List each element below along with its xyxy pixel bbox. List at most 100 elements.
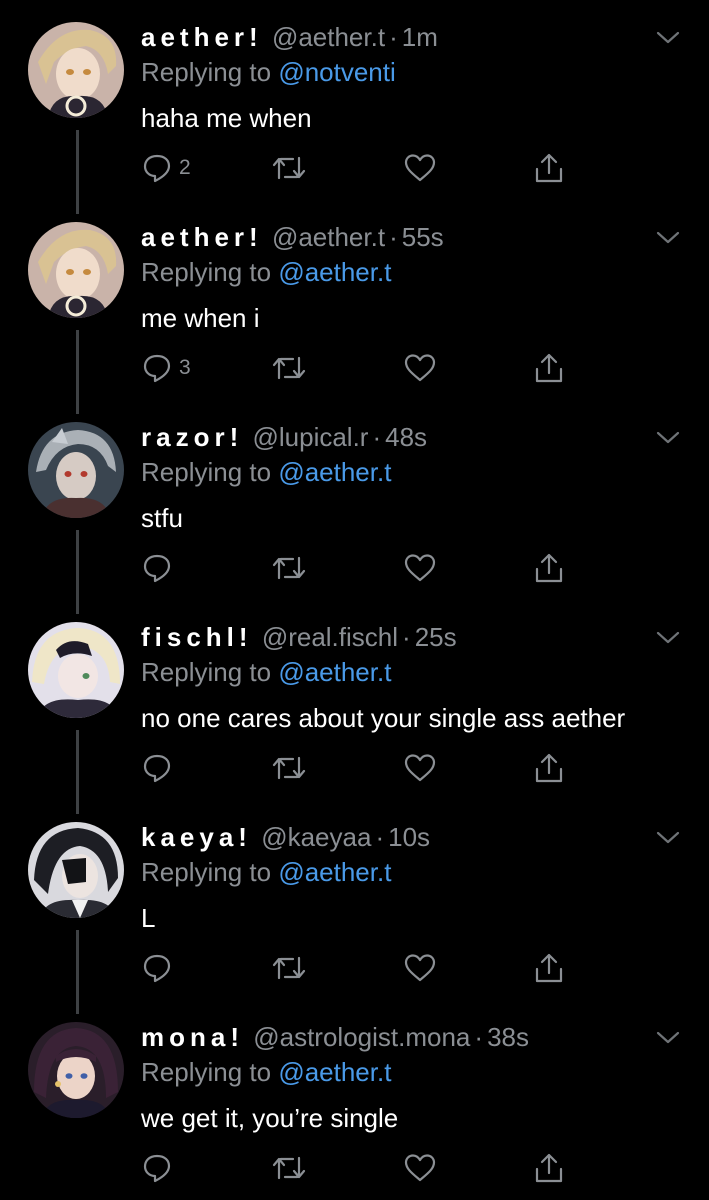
chevron-down-icon[interactable] (655, 30, 681, 46)
like-button[interactable] (403, 748, 437, 788)
reply-icon (143, 1154, 171, 1183)
share-icon (535, 553, 563, 583)
tweet-actions (141, 948, 601, 988)
separator-dot: · (402, 622, 411, 652)
share-button[interactable] (533, 548, 565, 588)
avatar[interactable] (28, 822, 124, 918)
reply-button[interactable] (141, 748, 179, 788)
avatar[interactable] (28, 1022, 124, 1118)
tweet-actions (141, 548, 601, 588)
replying-to: Replying to @aether.t (141, 255, 391, 289)
like-button[interactable] (403, 348, 437, 388)
avatar[interactable] (28, 422, 124, 518)
share-button[interactable] (533, 348, 565, 388)
heart-icon (404, 154, 436, 182)
chevron-down-icon[interactable] (655, 1030, 681, 1046)
display-name[interactable]: mona! (141, 1022, 244, 1052)
share-icon (535, 953, 563, 983)
like-button[interactable] (403, 148, 437, 188)
tweet[interactable]: razor! @lupical.r · 48s Replying to @aethe… (0, 400, 709, 600)
display-name[interactable]: aether! (141, 222, 263, 252)
reply-count: 2 (179, 156, 191, 179)
replying-to-label: Replying to (141, 857, 272, 887)
like-button[interactable] (403, 948, 437, 988)
heart-icon (404, 954, 436, 982)
retweet-button[interactable] (271, 748, 307, 788)
avatar[interactable] (28, 22, 124, 118)
mention-link[interactable]: @aether.t (278, 857, 391, 887)
replying-to-label: Replying to (141, 257, 272, 287)
retweet-button[interactable] (271, 1148, 307, 1188)
retweet-button[interactable] (271, 348, 307, 388)
separator-dot: · (389, 22, 398, 52)
separator-dot: · (389, 222, 398, 252)
handle[interactable]: @real.fischl (262, 622, 398, 652)
share-button[interactable] (533, 948, 565, 988)
chevron-down-icon[interactable] (655, 630, 681, 646)
retweet-button[interactable] (271, 948, 307, 988)
separator-dot: · (474, 1022, 484, 1052)
mention-link[interactable]: @notventi (278, 57, 395, 87)
retweet-icon (272, 1156, 306, 1180)
replying-to: Replying to @aether.t (141, 655, 391, 689)
tweet-text: we get it, you’re single (141, 1103, 399, 1133)
tweet-header: aether! @aether.t · 55s (141, 220, 444, 254)
handle[interactable]: @astrologist.mona (253, 1022, 470, 1052)
chevron-down-icon[interactable] (655, 830, 681, 846)
share-button[interactable] (533, 148, 565, 188)
retweet-button[interactable] (271, 548, 307, 588)
chevron-down-icon[interactable] (655, 230, 681, 246)
timestamp[interactable]: 25s (415, 622, 457, 652)
timestamp[interactable]: 1m (402, 22, 438, 52)
reply-icon (143, 354, 171, 383)
reply-button[interactable] (141, 1148, 179, 1188)
reply-button[interactable] (141, 548, 179, 588)
tweet-actions (141, 748, 601, 788)
handle[interactable]: @aether.t (272, 222, 385, 252)
timestamp[interactable]: 10s (388, 822, 430, 852)
mention-link[interactable]: @aether.t (278, 257, 391, 287)
heart-icon (404, 354, 436, 382)
retweet-icon (272, 956, 306, 980)
avatar[interactable] (28, 622, 124, 718)
avatar[interactable] (28, 222, 124, 318)
handle[interactable]: @lupical.r (252, 422, 368, 452)
reply-icon (143, 954, 171, 983)
display-name[interactable]: aether! (141, 22, 263, 52)
handle[interactable]: @aether.t (272, 22, 385, 52)
tweet[interactable]: aether! @aether.t · 1m Replying to @notven… (0, 0, 709, 200)
mention-link[interactable]: @aether.t (278, 657, 391, 687)
heart-icon (404, 554, 436, 582)
timestamp[interactable]: 38s (487, 1022, 529, 1052)
replying-to-label: Replying to (141, 1057, 272, 1087)
tweet-text: L (141, 903, 156, 933)
display-name[interactable]: razor! (141, 422, 243, 452)
mention-link[interactable]: @aether.t (278, 1057, 391, 1087)
reply-button[interactable] (141, 948, 179, 988)
like-button[interactable] (403, 548, 437, 588)
replying-to-label: Replying to (141, 657, 272, 687)
share-icon (535, 1153, 563, 1183)
timestamp[interactable]: 55s (402, 222, 444, 252)
reply-button[interactable]: 2 (141, 148, 191, 188)
tweet[interactable]: mona! @astrologist.mona · 38s Replying to … (0, 1000, 709, 1200)
share-button[interactable] (533, 1148, 565, 1188)
tweet-actions: 2 (141, 148, 601, 188)
retweet-button[interactable] (271, 148, 307, 188)
timestamp[interactable]: 48s (385, 422, 427, 452)
tweet[interactable]: kaeya! @kaeyaa · 10s Replying to @aether.t… (0, 800, 709, 1000)
share-icon (535, 153, 563, 183)
chevron-down-icon[interactable] (655, 430, 681, 446)
mention-link[interactable]: @aether.t (278, 457, 391, 487)
display-name[interactable]: kaeya! (141, 822, 252, 852)
tweet[interactable]: aether! @aether.t · 55s Replying to @aethe… (0, 200, 709, 400)
tweet[interactable]: fischl! @real.fischl · 25s Replying to @ae… (0, 600, 709, 800)
reply-button[interactable]: 3 (141, 348, 191, 388)
handle[interactable]: @kaeyaa (261, 822, 371, 852)
share-button[interactable] (533, 748, 565, 788)
tweet-text: no one cares about your single ass aethe… (141, 703, 626, 733)
display-name[interactable]: fischl! (141, 622, 253, 652)
replying-to: Replying to @aether.t (141, 1055, 391, 1089)
reply-icon (143, 554, 171, 583)
like-button[interactable] (403, 1148, 437, 1188)
